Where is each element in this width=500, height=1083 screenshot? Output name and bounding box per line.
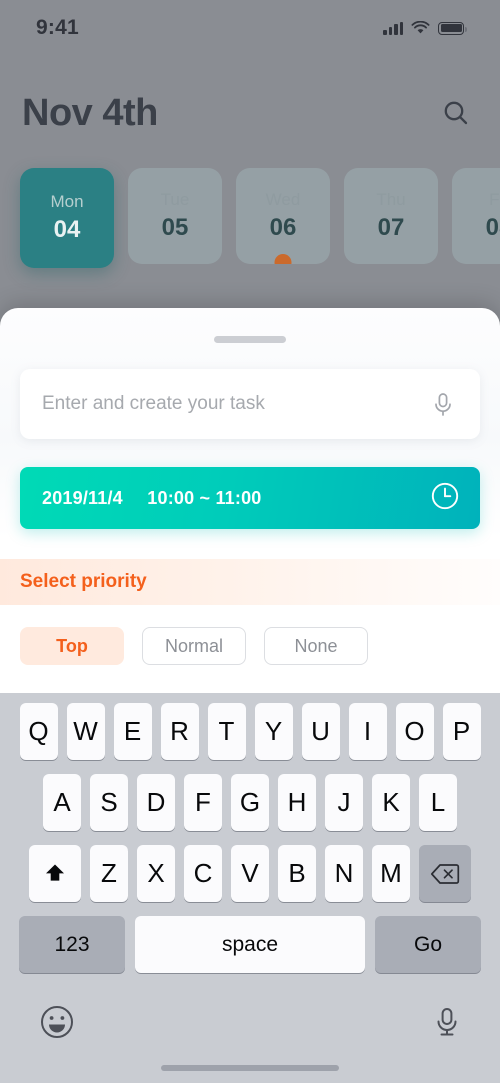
date-card-dom: 06 xyxy=(269,214,297,241)
key-a[interactable]: A xyxy=(43,774,81,831)
key-l[interactable]: L xyxy=(419,774,457,831)
key-h[interactable]: H xyxy=(278,774,316,831)
key-i[interactable]: I xyxy=(348,703,387,760)
key-go[interactable]: Go xyxy=(375,916,481,973)
clock-icon[interactable] xyxy=(430,481,460,516)
date-card-dom: 07 xyxy=(377,214,405,241)
key-b[interactable]: B xyxy=(278,845,316,902)
priority-option-top[interactable]: Top xyxy=(20,627,124,665)
key-m[interactable]: M xyxy=(372,845,410,902)
keyboard-row-2: A S D F G H J K L xyxy=(0,774,500,831)
key-d[interactable]: D xyxy=(137,774,175,831)
status-bar-icons xyxy=(383,21,467,35)
app-header: Nov 4th xyxy=(0,78,500,148)
date-card-fri[interactable]: Fri 08 xyxy=(452,168,500,264)
keyboard-row-1: Q W E R T Y U I O P xyxy=(0,703,500,760)
key-k[interactable]: K xyxy=(372,774,410,831)
dictation-microphone-icon[interactable] xyxy=(432,1005,462,1044)
key-v[interactable]: V xyxy=(231,845,269,902)
key-f[interactable]: F xyxy=(184,774,222,831)
key-space[interactable]: space xyxy=(135,916,365,973)
datetime-label: 2019/11/4 10:00 ~ 11:00 xyxy=(42,488,262,509)
page-title: Nov 4th xyxy=(22,91,158,134)
key-t[interactable]: T xyxy=(207,703,246,760)
date-card-mon[interactable]: Mon 04 xyxy=(20,168,114,268)
backspace-icon[interactable] xyxy=(419,845,471,902)
date-card-dom: 04 xyxy=(53,216,81,243)
date-card-tue[interactable]: Tue 05 xyxy=(128,168,222,264)
key-g[interactable]: G xyxy=(231,774,269,831)
priority-title: Select priority xyxy=(20,571,147,592)
key-o[interactable]: O xyxy=(395,703,434,760)
key-x[interactable]: X xyxy=(137,845,175,902)
task-indicator-dot xyxy=(274,254,292,264)
key-p[interactable]: P xyxy=(442,703,481,760)
date-card-thu[interactable]: Thu 07 xyxy=(344,168,438,264)
priority-section-header: Select priority xyxy=(0,559,500,605)
key-numbers[interactable]: 123 xyxy=(19,916,125,973)
key-q[interactable]: Q xyxy=(19,703,58,760)
date-card-dow: Thu xyxy=(376,190,406,209)
datetime-range: 10:00 ~ 11:00 xyxy=(147,487,262,508)
task-input[interactable] xyxy=(40,392,426,416)
keyboard-row-4: 123 space Go xyxy=(0,916,500,973)
shift-icon[interactable] xyxy=(29,845,81,902)
date-card-dow: Wed xyxy=(265,190,301,209)
virtual-keyboard[interactable]: Q W E R T Y U I O P A S D F G H J K L Z … xyxy=(0,693,500,1083)
date-strip[interactable]: Mon 04 Tue 05 Wed 06 Thu 07 Fri 08 xyxy=(0,168,500,278)
key-c[interactable]: C xyxy=(184,845,222,902)
key-w[interactable]: W xyxy=(66,703,105,760)
date-card-dow: Mon xyxy=(50,192,84,211)
datetime-date: 2019/11/4 xyxy=(42,487,123,508)
date-card-wed[interactable]: Wed 06 xyxy=(236,168,330,264)
key-s[interactable]: S xyxy=(90,774,128,831)
wifi-icon xyxy=(411,21,430,34)
date-card-dom: 05 xyxy=(161,214,189,241)
search-icon[interactable] xyxy=(434,91,478,135)
priority-option-normal[interactable]: Normal xyxy=(142,627,246,665)
date-card-dow: Fri xyxy=(489,190,500,209)
key-u[interactable]: U xyxy=(301,703,340,760)
sheet-grab-handle[interactable] xyxy=(214,336,286,343)
datetime-bar[interactable]: 2019/11/4 10:00 ~ 11:00 xyxy=(20,467,480,529)
battery-icon xyxy=(438,21,467,35)
priority-option-none[interactable]: None xyxy=(264,627,368,665)
key-z[interactable]: Z xyxy=(90,845,128,902)
signal-icon xyxy=(383,21,403,35)
key-e[interactable]: E xyxy=(113,703,152,760)
keyboard-row-3: Z X C V B N M xyxy=(0,845,500,902)
microphone-icon[interactable] xyxy=(426,387,460,421)
task-input-container[interactable] xyxy=(20,369,480,439)
key-n[interactable]: N xyxy=(325,845,363,902)
home-indicator xyxy=(161,1065,339,1071)
keyboard-bottom-bar xyxy=(0,987,500,1046)
background-app: 9:41 Nov 4th Mon 04 Tue 05 Wed 06 Thu 07… xyxy=(0,0,500,330)
key-j[interactable]: J xyxy=(325,774,363,831)
date-card-dom: 08 xyxy=(485,214,500,241)
status-bar-time: 9:41 xyxy=(36,16,79,39)
key-y[interactable]: Y xyxy=(254,703,293,760)
key-r[interactable]: R xyxy=(160,703,199,760)
status-bar: 9:41 xyxy=(0,0,500,56)
priority-options[interactable]: Top Normal None xyxy=(0,605,500,665)
create-task-sheet: 2019/11/4 10:00 ~ 11:00 Select priority … xyxy=(0,308,500,693)
emoji-icon[interactable] xyxy=(38,1003,76,1046)
date-card-dow: Tue xyxy=(160,190,190,209)
